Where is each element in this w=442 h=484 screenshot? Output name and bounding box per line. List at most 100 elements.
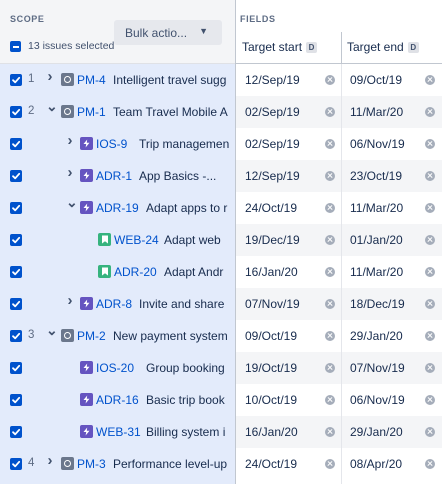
clear-icon[interactable] (425, 203, 435, 213)
target-end-value[interactable]: 18/Dec/19 (350, 297, 405, 311)
issue-row[interactable]: WEB-24 Adapt web 19/Dec/19 01/Jan/20 (0, 224, 442, 256)
clear-icon[interactable] (325, 75, 335, 85)
target-start-value[interactable]: 02/Sep/19 (245, 105, 300, 119)
clear-icon[interactable] (425, 267, 435, 277)
clear-icon[interactable] (425, 139, 435, 149)
issue-key-link[interactable]: IOS-9 (96, 137, 127, 151)
issue-key-link[interactable]: PM-2 (77, 329, 106, 343)
clear-icon[interactable] (325, 203, 335, 213)
clear-icon[interactable] (425, 75, 435, 85)
target-end-value[interactable]: 29/Jan/20 (350, 329, 403, 343)
target-end-value[interactable]: 01/Jan/20 (350, 233, 403, 247)
issue-row[interactable]: 3 ⌄ PM-2 New payment system 09/Oct/19 29/Jan/… (0, 320, 442, 352)
target-start-value[interactable]: 19/Dec/19 (245, 233, 300, 247)
target-start-value[interactable]: 12/Sep/19 (245, 73, 300, 87)
target-end-value[interactable]: 08/Apr/20 (350, 457, 402, 471)
chevron-right-icon[interactable]: › (46, 453, 54, 468)
clear-icon[interactable] (325, 427, 335, 437)
row-checkbox[interactable] (10, 170, 22, 182)
chevron-down-icon[interactable]: ⌄ (66, 195, 78, 209)
scope-cell[interactable]: WEB-24 Adapt web (0, 224, 235, 256)
row-checkbox[interactable] (10, 138, 22, 150)
target-start-value[interactable]: 09/Oct/19 (245, 329, 297, 343)
row-checkbox[interactable] (10, 394, 22, 406)
row-checkbox[interactable] (10, 362, 22, 374)
clear-icon[interactable] (325, 459, 335, 469)
chevron-right-icon[interactable]: › (66, 293, 74, 308)
clear-icon[interactable] (325, 363, 335, 373)
target-end-value[interactable]: 07/Nov/19 (350, 361, 405, 375)
target-end-value[interactable]: 23/Oct/19 (350, 169, 402, 183)
target-end-value[interactable]: 11/Mar/20 (350, 265, 403, 279)
clear-icon[interactable] (325, 299, 335, 309)
row-checkbox[interactable] (10, 74, 22, 86)
issue-key-link[interactable]: PM-1 (77, 105, 106, 119)
scope-cell[interactable]: › ADR-8 Invite and share (0, 288, 235, 320)
target-start-value[interactable]: 10/Oct/19 (245, 393, 297, 407)
clear-icon[interactable] (325, 235, 335, 245)
issue-row[interactable]: ⌄ ADR-19 Adapt apps to r 24/Oct/19 11/Mar/20 (0, 192, 442, 224)
row-checkbox[interactable] (10, 426, 22, 438)
row-checkbox[interactable] (10, 458, 22, 470)
row-checkbox[interactable] (10, 202, 22, 214)
target-start-value[interactable]: 16/Jan/20 (245, 265, 298, 279)
issue-row[interactable]: 4 › PM-3 Performance level-up 24/Oct/19 08/Ap… (0, 448, 442, 480)
clear-icon[interactable] (425, 235, 435, 245)
issue-row[interactable]: WEB-31 Billing system i 16/Jan/20 29/Jan/20 (0, 416, 442, 448)
scope-cell[interactable]: › ADR-1 App Basics -... (0, 160, 235, 192)
clear-icon[interactable] (325, 107, 335, 117)
row-checkbox[interactable] (10, 298, 22, 310)
issue-key-link[interactable]: ADR-20 (114, 265, 157, 279)
issue-row[interactable]: ADR-20 Adapt Andr 16/Jan/20 11/Mar/20 (0, 256, 442, 288)
target-start-value[interactable]: 24/Oct/19 (245, 457, 297, 471)
column-header-target-end[interactable]: Target end D (347, 40, 419, 54)
target-start-value[interactable]: 16/Jan/20 (245, 425, 298, 439)
issue-row[interactable]: ADR-16 Basic trip book 10/Oct/19 06/Nov/19 (0, 384, 442, 416)
scope-cell[interactable]: ADR-16 Basic trip book (0, 384, 235, 416)
chevron-right-icon[interactable]: › (66, 165, 74, 180)
target-end-value[interactable]: 09/Oct/19 (350, 73, 402, 87)
chevron-right-icon[interactable]: › (46, 69, 54, 84)
row-checkbox[interactable] (10, 106, 22, 118)
scope-cell[interactable]: ⌄ ADR-19 Adapt apps to r (0, 192, 235, 224)
row-checkbox[interactable] (10, 266, 22, 278)
bulk-actions-button[interactable]: Bulk actio... ▼ (114, 20, 222, 45)
target-end-value[interactable]: 29/Jan/20 (350, 425, 403, 439)
issue-row[interactable]: › IOS-9 Trip management 02/Sep/19 06/Nov/19 (0, 128, 442, 160)
issue-row[interactable]: › ADR-8 Invite and share 07/Nov/19 18/Dec/19 (0, 288, 442, 320)
row-checkbox[interactable] (10, 234, 22, 246)
scope-cell[interactable]: IOS-20 Group booking (0, 352, 235, 384)
target-start-value[interactable]: 19/Oct/19 (245, 361, 297, 375)
issue-key-link[interactable]: ADR-8 (96, 297, 132, 311)
target-end-value[interactable]: 11/Mar/20 (350, 201, 403, 215)
issue-key-link[interactable]: PM-3 (77, 457, 106, 471)
clear-icon[interactable] (325, 331, 335, 341)
clear-icon[interactable] (325, 171, 335, 181)
target-start-value[interactable]: 02/Sep/19 (245, 137, 300, 151)
clear-icon[interactable] (425, 107, 435, 117)
issue-key-link[interactable]: WEB-31 (96, 425, 141, 439)
select-all-checkbox[interactable] (10, 41, 21, 52)
clear-icon[interactable] (425, 427, 435, 437)
issue-row[interactable]: › ADR-1 App Basics -... 12/Sep/19 23/Oct/19 (0, 160, 442, 192)
clear-icon[interactable] (325, 267, 335, 277)
target-start-value[interactable]: 24/Oct/19 (245, 201, 297, 215)
clear-icon[interactable] (425, 363, 435, 373)
scope-cell[interactable]: 1 › PM-4 Intelligent travel sugg (0, 64, 235, 96)
target-end-value[interactable]: 06/Nov/19 (350, 393, 405, 407)
issue-key-link[interactable]: WEB-24 (114, 233, 159, 247)
issue-key-link[interactable]: ADR-1 (96, 169, 132, 183)
target-end-value[interactable]: 11/Mar/20 (350, 105, 403, 119)
issue-row[interactable]: 1 › PM-4 Intelligent travel sugg 12/Sep/19 09… (0, 64, 442, 96)
issue-key-link[interactable]: ADR-16 (96, 393, 139, 407)
chevron-down-icon[interactable]: ⌄ (46, 323, 58, 337)
clear-icon[interactable] (425, 459, 435, 469)
issue-row[interactable]: IOS-20 Group booking 19/Oct/19 07/Nov/19 (0, 352, 442, 384)
clear-icon[interactable] (425, 395, 435, 405)
scope-cell[interactable]: 2 ⌄ PM-1 Team Travel Mobile A (0, 96, 235, 128)
clear-icon[interactable] (425, 331, 435, 341)
scope-cell[interactable]: 3 ⌄ PM-2 New payment system (0, 320, 235, 352)
target-end-value[interactable]: 06/Nov/19 (350, 137, 405, 151)
clear-icon[interactable] (425, 171, 435, 181)
clear-icon[interactable] (325, 139, 335, 149)
